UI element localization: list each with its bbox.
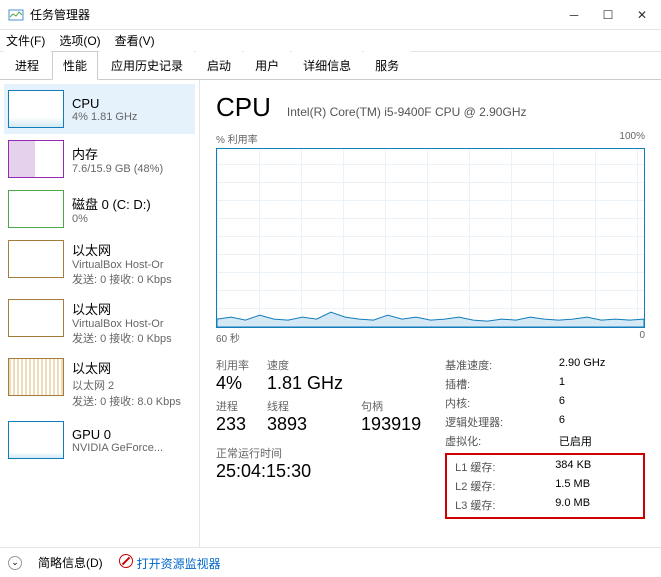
tab-startup[interactable]: 启动 [196, 51, 242, 79]
sidebar-sub: 7.6/15.9 GB (48%) [72, 163, 163, 175]
menu-options[interactable]: 选项(O) [59, 32, 100, 49]
stat-label: 进程 [216, 398, 249, 414]
sidebar-label: 磁盘 0 (C: D:) [72, 194, 151, 213]
sidebar-sub2: 发送: 0 接收: 8.0 Kbps [72, 393, 181, 409]
resource-monitor-link[interactable]: 打开资源监视器 [119, 554, 221, 572]
cache-highlight-box: L1 缓存: 384 KB L2 缓存: 1.5 MB L3 缓存: 9.0 MB [445, 453, 645, 519]
menu-file[interactable]: 文件(F) [6, 32, 45, 49]
stat-speed: 1.81 GHz [267, 373, 343, 394]
kv-val: 1.5 MB [555, 478, 635, 494]
sidebar-item-gpu[interactable]: GPU 0 NVIDIA GeForce... [4, 415, 195, 465]
cpu-model: Intel(R) Core(TM) i5-9400F CPU @ 2.90GHz [287, 105, 527, 119]
uptime-label: 正常运行时间 [216, 445, 421, 461]
sidebar-item-disk[interactable]: 磁盘 0 (C: D:) 0% [4, 184, 195, 234]
stat-utilization: 4% [216, 373, 249, 394]
kv-val: 6 [559, 395, 645, 411]
tab-bar: 进程 性能 应用历史记录 启动 用户 详细信息 服务 [0, 52, 661, 80]
chart-ymax: 100% [619, 131, 645, 146]
close-button[interactable]: ✕ [635, 8, 649, 22]
sidebar-label: CPU [72, 96, 137, 111]
stat-label: 利用率 [216, 357, 249, 373]
tab-performance[interactable]: 性能 [52, 51, 98, 80]
kv-val: 1 [559, 376, 645, 392]
kv-key: 逻辑处理器: [445, 414, 543, 430]
sidebar-sub: VirtualBox Host-Or [72, 318, 172, 330]
gpu-thumb-icon [8, 421, 64, 459]
stat-label: 句柄 [361, 398, 421, 414]
page-title: CPU [216, 92, 271, 123]
sidebar-sub2: 发送: 0 接收: 0 Kbps [72, 330, 172, 346]
sidebar-label: 以太网 [72, 299, 172, 318]
kv-key: 虚拟化: [445, 433, 543, 449]
sidebar-item-ethernet-1[interactable]: 以太网 VirtualBox Host-Or 发送: 0 接收: 0 Kbps [4, 234, 195, 293]
tab-processes[interactable]: 进程 [4, 51, 50, 79]
app-icon [8, 7, 24, 23]
collapse-icon[interactable]: ⌄ [8, 556, 22, 570]
stat-threads: 3893 [267, 414, 343, 435]
uptime-value: 25:04:15:30 [216, 461, 421, 482]
brief-link[interactable]: 简略信息(D) [38, 554, 103, 571]
chart-xright: 0 [639, 330, 645, 345]
maximize-button[interactable]: ☐ [601, 8, 615, 22]
kv-val: 6 [559, 414, 645, 430]
window-title: 任务管理器 [30, 6, 567, 23]
monitor-icon [119, 554, 133, 568]
cpu-chart [216, 148, 645, 328]
stat-label: 线程 [267, 398, 343, 414]
kv-val: 2.90 GHz [559, 357, 645, 373]
sidebar-sub: NVIDIA GeForce... [72, 442, 163, 454]
sidebar-item-memory[interactable]: 内存 7.6/15.9 GB (48%) [4, 134, 195, 184]
sidebar-sub: 0% [72, 213, 151, 225]
ethernet-thumb-icon [8, 240, 64, 278]
tab-services[interactable]: 服务 [364, 51, 410, 79]
tab-users[interactable]: 用户 [244, 51, 290, 79]
menu-bar: 文件(F) 选项(O) 查看(V) [0, 30, 661, 52]
kv-key: L1 缓存: [455, 459, 539, 475]
cpu-thumb-icon [8, 90, 64, 128]
kv-key: 内核: [445, 395, 543, 411]
sidebar-item-ethernet-3[interactable]: 以太网 以太网 2 发送: 0 接收: 8.0 Kbps [4, 352, 195, 415]
sidebar-sub: VirtualBox Host-Or [72, 259, 172, 271]
sidebar-label: 以太网 [72, 358, 181, 377]
main-panel: CPU Intel(R) Core(TM) i5-9400F CPU @ 2.9… [200, 80, 661, 547]
sidebar: CPU 4% 1.81 GHz 内存 7.6/15.9 GB (48%) 磁盘 … [0, 80, 200, 547]
sidebar-label: GPU 0 [72, 427, 163, 442]
kv-val: 384 KB [555, 459, 635, 475]
memory-thumb-icon [8, 140, 64, 178]
minimize-button[interactable]: ─ [567, 8, 581, 22]
chart-xleft: 60 秒 [216, 330, 240, 345]
chart-ylabel: % 利用率 [216, 131, 258, 146]
kv-val: 已启用 [559, 433, 645, 449]
sidebar-sub: 以太网 2 [72, 377, 181, 393]
sidebar-sub: 4% 1.81 GHz [72, 111, 137, 123]
footer: ⌄ 简略信息(D) 打开资源监视器 [0, 547, 661, 577]
stat-handles: 193919 [361, 414, 421, 435]
tab-history[interactable]: 应用历史记录 [100, 51, 194, 79]
menu-view[interactable]: 查看(V) [115, 32, 155, 49]
sidebar-label: 内存 [72, 144, 163, 163]
kv-key: 插槽: [445, 376, 543, 392]
disk-thumb-icon [8, 190, 64, 228]
sidebar-item-ethernet-2[interactable]: 以太网 VirtualBox Host-Or 发送: 0 接收: 0 Kbps [4, 293, 195, 352]
sidebar-sub2: 发送: 0 接收: 0 Kbps [72, 271, 172, 287]
stat-processes: 233 [216, 414, 249, 435]
tab-details[interactable]: 详细信息 [292, 51, 362, 79]
kv-key: L3 缓存: [455, 497, 539, 513]
sidebar-label: 以太网 [72, 240, 172, 259]
kv-val: 9.0 MB [555, 497, 635, 513]
stat-label: 速度 [267, 357, 343, 373]
ethernet-thumb-icon [8, 358, 64, 396]
ethernet-thumb-icon [8, 299, 64, 337]
kv-key: 基准速度: [445, 357, 543, 373]
kv-key: L2 缓存: [455, 478, 539, 494]
monitor-label: 打开资源监视器 [137, 557, 221, 571]
sidebar-item-cpu[interactable]: CPU 4% 1.81 GHz [4, 84, 195, 134]
